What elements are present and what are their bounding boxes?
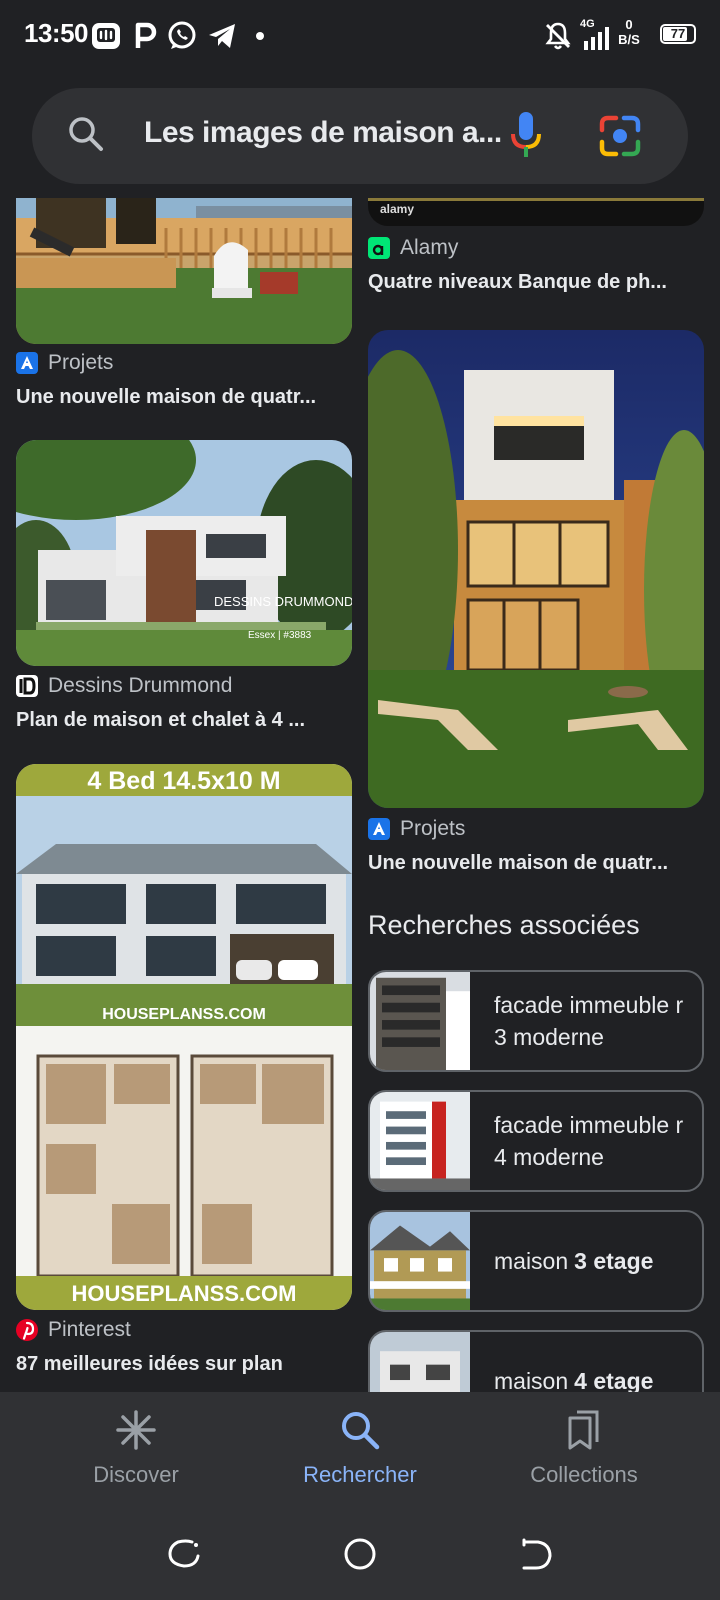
nav-label: Rechercher <box>303 1462 417 1487</box>
modern-house-photo: DESSINS DRUMMOND Essex | #3883 <box>16 440 352 666</box>
search-query[interactable]: Les images de maison a... <box>144 116 504 150</box>
result-source-4[interactable]: Alamy <box>368 236 458 260</box>
signal-strength-icon: 4G <box>580 18 616 52</box>
related-search-item[interactable]: facade immeuble r 3 moderne <box>368 970 704 1072</box>
alamy-favicon-icon <box>368 237 390 259</box>
related-search-label: facade immeuble r 4 moderne <box>494 1112 684 1170</box>
result-image-3[interactable]: 4 Bed 14.5x10 M HOUSEPLANSS.COM HOUSEPLA… <box>16 764 352 1310</box>
search-icon <box>342 1412 380 1450</box>
network-speed: 0 B/S <box>618 17 640 47</box>
battery-indicator: 77 <box>660 24 696 44</box>
back-icon[interactable] <box>518 1536 554 1572</box>
notifications-off-icon <box>545 22 571 50</box>
related-thumbnail <box>370 1092 470 1190</box>
status-bar: 13:50 4G 0 B/S 77 <box>0 0 720 72</box>
result-image-1[interactable] <box>16 198 352 344</box>
night-house-garden-photo <box>368 330 704 808</box>
related-search-item[interactable]: facade immeuble r 4 moderne <box>368 1090 704 1192</box>
related-search-label: facade immeuble r 3 moderne <box>494 992 684 1050</box>
plan-header-text: 4 Bed 14.5x10 M <box>87 767 280 795</box>
result-caption-1[interactable]: Une nouvelle maison de quatr... <box>16 386 346 409</box>
bookmarks-icon <box>568 1410 599 1450</box>
result-caption-5[interactable]: Une nouvelle maison de quatr... <box>368 852 700 875</box>
result-caption-3[interactable]: 87 meilleures idées sur plan <box>16 1353 346 1376</box>
alamy-watermark: alamy <box>380 202 415 216</box>
system-navigation-bar <box>0 1516 720 1600</box>
result-caption-2[interactable]: Plan de maison et chalet à 4 ... <box>16 709 346 732</box>
asterisk-icon <box>116 1410 156 1450</box>
status-time: 13:50 <box>24 18 89 48</box>
plan-watermark-text: HOUSEPLANSS.COM <box>102 1006 266 1023</box>
related-search-label: maison 3 etage <box>494 1248 654 1274</box>
search-icon <box>69 117 103 151</box>
search-bar[interactable]: Les images de maison a... <box>32 88 688 184</box>
pinterest-favicon-icon <box>16 1319 38 1341</box>
bottom-navigation: Discover Rechercher Collections <box>0 1392 720 1516</box>
p-app-icon <box>135 22 157 48</box>
plan-footer-text: HOUSEPLANSS.COM <box>72 1281 297 1306</box>
telegram-icon <box>209 24 235 48</box>
nav-label: Collections <box>530 1462 638 1487</box>
result-image-4[interactable]: alamy <box>368 198 704 226</box>
backyard-deck-photo <box>16 198 352 344</box>
projets-favicon-icon <box>368 818 390 840</box>
home-icon[interactable] <box>342 1536 378 1572</box>
related-thumbnail <box>370 972 470 1070</box>
result-source-1[interactable]: Projets <box>16 351 113 375</box>
related-thumbnail <box>370 1212 470 1310</box>
house-plan-image: 4 Bed 14.5x10 M HOUSEPLANSS.COM HOUSEPLA… <box>16 764 352 1310</box>
more-notifications-dot-icon <box>256 32 264 40</box>
nav-rechercher[interactable]: Rechercher <box>240 1392 480 1516</box>
result-source-5[interactable]: Projets <box>368 817 465 841</box>
watermark-text: DESSINS DRUMMOND <box>214 594 352 609</box>
related-searches-title: Recherches associées <box>368 910 640 940</box>
watermark-subtext: Essex | #3883 <box>248 630 312 641</box>
result-image-5[interactable] <box>368 330 704 808</box>
nav-discover[interactable]: Discover <box>16 1392 256 1516</box>
result-source-2[interactable]: Dessins Drummond <box>16 674 232 698</box>
result-image-2[interactable]: DESSINS DRUMMOND Essex | #3883 <box>16 440 352 666</box>
related-search-item[interactable]: maison 3 etage <box>368 1210 704 1312</box>
result-source-3[interactable]: Pinterest <box>16 1318 131 1342</box>
drummond-favicon-icon <box>16 675 38 697</box>
nav-label: Discover <box>93 1462 179 1487</box>
nav-collections[interactable]: Collections <box>464 1392 704 1516</box>
recent-apps-icon[interactable] <box>166 1536 202 1572</box>
projets-favicon-icon <box>16 352 38 374</box>
result-caption-4[interactable]: Quatre niveaux Banque de ph... <box>368 271 700 294</box>
whatsapp-icon <box>168 21 196 49</box>
messenger-app-icon <box>92 23 120 49</box>
google-lens-camera-icon[interactable] <box>598 114 642 158</box>
microphone-icon[interactable] <box>508 108 544 164</box>
